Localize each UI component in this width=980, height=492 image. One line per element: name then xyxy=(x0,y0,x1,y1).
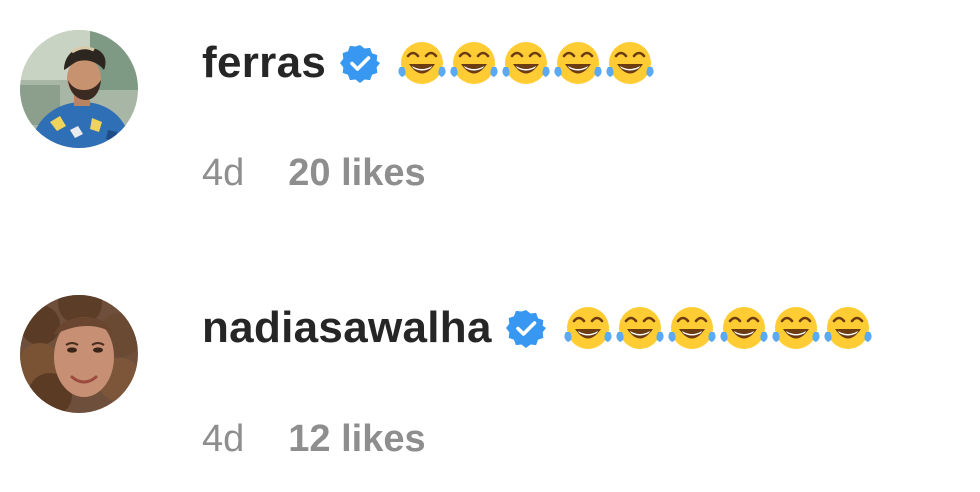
avatar[interactable] xyxy=(20,30,138,148)
comment-item: ferras 4d 20 likes xyxy=(0,0,980,200)
comment-item: nadiasawalha 4d 12 likes xyxy=(0,266,980,466)
comment-meta: 4d 20 likes xyxy=(202,152,426,195)
likes-count[interactable]: 20 likes xyxy=(288,152,425,195)
comment-meta: 4d 12 likes xyxy=(202,418,426,461)
avatar-image xyxy=(20,295,138,413)
face-with-tears-of-joy-icon xyxy=(396,37,448,89)
comment-text xyxy=(562,302,874,354)
face-with-tears-of-joy-icon xyxy=(604,37,656,89)
verified-badge-icon xyxy=(505,308,546,348)
avatar-image xyxy=(20,30,138,148)
face-with-tears-of-joy-icon xyxy=(562,302,614,354)
comment-text xyxy=(396,37,656,89)
username[interactable]: ferras xyxy=(202,38,326,88)
likes-count[interactable]: 12 likes xyxy=(288,418,425,461)
username[interactable]: nadiasawalha xyxy=(202,303,492,353)
comment-header: nadiasawalha xyxy=(202,298,874,358)
face-with-tears-of-joy-icon xyxy=(614,302,666,354)
verified-badge-icon xyxy=(340,43,381,83)
comment-time[interactable]: 4d xyxy=(202,418,244,461)
comment-header: ferras xyxy=(202,33,656,93)
avatar[interactable] xyxy=(20,295,138,413)
face-with-tears-of-joy-icon xyxy=(770,302,822,354)
face-with-tears-of-joy-icon xyxy=(552,37,604,89)
face-with-tears-of-joy-icon xyxy=(448,37,500,89)
face-with-tears-of-joy-icon xyxy=(822,302,874,354)
comment-time[interactable]: 4d xyxy=(202,152,244,195)
face-with-tears-of-joy-icon xyxy=(500,37,552,89)
face-with-tears-of-joy-icon xyxy=(666,302,718,354)
face-with-tears-of-joy-icon xyxy=(718,302,770,354)
